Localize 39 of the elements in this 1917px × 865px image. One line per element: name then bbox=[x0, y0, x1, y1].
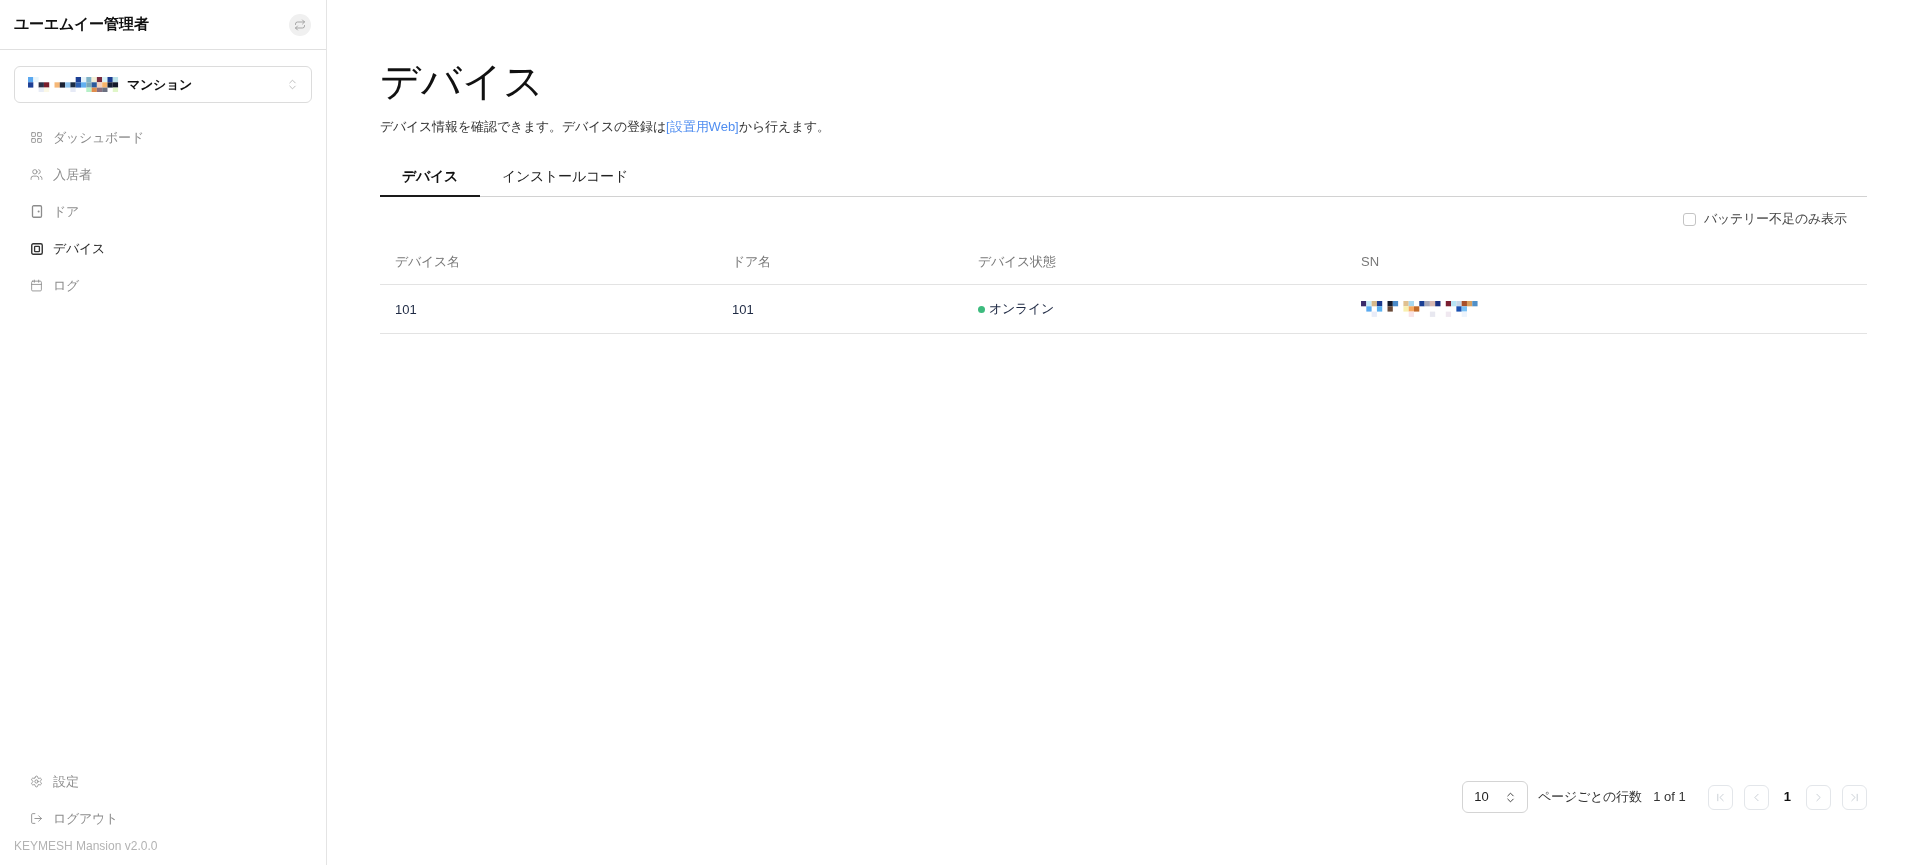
door-icon bbox=[30, 205, 43, 218]
nav-item[interactable]: 入居者 bbox=[26, 156, 300, 193]
chevrons-up-down-icon bbox=[286, 78, 299, 91]
status-text: オンライン bbox=[989, 300, 1054, 319]
nav-item[interactable]: デバイス bbox=[26, 230, 300, 267]
column-header: デバイス状態 bbox=[977, 252, 1057, 271]
pixelated-mosaic-icon bbox=[1361, 301, 1478, 317]
tab[interactable]: インストールコード bbox=[480, 158, 650, 197]
nav-item[interactable]: ダッシュボード bbox=[26, 119, 300, 156]
users-icon bbox=[30, 168, 43, 181]
nav-item[interactable]: ログ bbox=[26, 267, 300, 304]
logout-icon bbox=[30, 812, 43, 825]
app-title: ユーエムイー管理者 bbox=[14, 14, 149, 35]
battery-filter-label[interactable]: バッテリー不足のみ表示 bbox=[1704, 209, 1847, 229]
rows-per-page-label: ページごとの行数 bbox=[1538, 788, 1643, 807]
device-icon bbox=[30, 242, 43, 255]
table-cell: 101 bbox=[732, 302, 754, 317]
battery-filter-checkbox[interactable] bbox=[1683, 212, 1696, 226]
current-page-number: 1 bbox=[1782, 788, 1792, 807]
version-text: KEYMESH Mansion v2.0.0 bbox=[13, 838, 159, 855]
setup-web-link[interactable]: [設置用Web] bbox=[666, 119, 739, 134]
property-select[interactable]: マンション bbox=[14, 66, 312, 103]
swap-button[interactable] bbox=[289, 13, 311, 36]
swap-arrows-icon bbox=[294, 18, 306, 31]
grid-icon bbox=[30, 131, 43, 144]
nav-item[interactable]: ドア bbox=[26, 193, 300, 230]
column-header: ドア名 bbox=[731, 252, 772, 271]
page-info: 1 of 1 bbox=[1653, 788, 1686, 807]
rows-per-page-select[interactable]: 10 bbox=[1462, 781, 1529, 813]
tab[interactable]: デバイス bbox=[380, 158, 480, 197]
column-header: SN bbox=[1360, 252, 1381, 271]
page-title: デバイス bbox=[380, 58, 545, 105]
calendar-icon bbox=[30, 279, 43, 292]
page-description: デバイス情報を確認できます。デバイスの登録は[設置用Web]から行えます。 bbox=[380, 118, 831, 136]
nav-item[interactable]: 設定 bbox=[26, 763, 300, 800]
table-cell: 101 bbox=[395, 302, 417, 317]
column-header: デバイス名 bbox=[394, 252, 461, 271]
nav-item[interactable]: ログアウト bbox=[26, 800, 300, 837]
settings-icon bbox=[30, 775, 43, 788]
